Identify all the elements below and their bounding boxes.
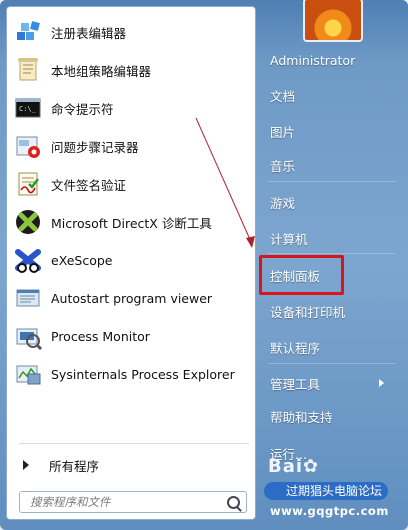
place-label: 帮助和支持 [270,409,333,425]
place-label: 设备和打印机 [270,304,346,320]
place-games[interactable]: 游戏 [262,189,398,215]
search-icon[interactable] [227,496,240,509]
all-programs-button[interactable]: 所有程序 [15,453,253,477]
program-exescope[interactable]: eXeScope [11,243,251,277]
program-label: Sysinternals Process Explorer [51,366,235,382]
steps-recorder-icon [13,131,43,161]
cmd-icon: C:\_ [13,93,43,123]
program-label: Process Monitor [51,328,150,344]
user-avatar[interactable] [303,0,363,42]
divider [268,253,396,254]
program-registry-editor[interactable]: 注册表编辑器 [11,15,251,49]
procexp-icon [13,359,43,389]
place-label: Administrator [270,52,356,68]
place-admin-tools[interactable]: 管理工具 [262,370,398,396]
place-default-programs[interactable]: 默认程序 [262,334,398,360]
watermark: Bai✿ 过期猖头电脑论坛 www.gqgtpc.com [264,456,408,530]
registry-editor-icon [13,17,43,47]
divider [268,181,396,182]
program-directx[interactable]: Microsoft DirectX 诊断工具 [11,205,251,239]
triangle-right-icon [23,460,29,470]
program-label: eXeScope [51,252,113,268]
program-procmon[interactable]: Process Monitor [11,319,251,353]
program-label: 注册表编辑器 [51,25,127,41]
place-documents[interactable]: 文档 [262,82,398,108]
program-cmd[interactable]: C:\_ 命令提示符 [11,91,251,125]
divider [268,363,396,364]
watermark-logo: Bai✿ [268,456,320,477]
program-procexp[interactable]: Sysinternals Process Explorer [11,357,251,391]
place-label: 音乐 [270,158,296,174]
svg-text:C:\_: C:\_ [19,105,37,113]
program-group-policy[interactable]: 本地组策略编辑器 [11,53,251,87]
places-pane: Administrator 文档 图片 音乐 游戏 计算机 控制面板 设备和打印… [258,0,408,518]
search-box[interactable] [19,491,247,513]
place-label: 默认程序 [270,340,321,356]
program-label: 文件签名验证 [51,177,127,193]
watermark-url: www.gqgtpc.com [270,504,389,518]
program-label: 本地组策略编辑器 [51,63,152,79]
place-label: 文档 [270,88,296,104]
place-pictures[interactable]: 图片 [262,118,398,144]
place-help-support[interactable]: 帮助和支持 [262,403,398,429]
autoruns-icon [13,283,43,313]
divider [19,443,249,444]
highlight-box [259,255,344,295]
exescope-icon [13,245,43,275]
program-autoruns[interactable]: Autostart program viewer [11,281,251,315]
place-label: 计算机 [270,231,308,247]
program-label: 命令提示符 [51,101,114,117]
programs-pane: 注册表编辑器 本地组策略编辑器 C:\_ 命令提示符 问题步骤记录器 文件签名验… [6,6,256,520]
place-devices-printers[interactable]: 设备和打印机 [262,298,398,324]
search-input[interactable] [28,494,227,510]
start-menu: 注册表编辑器 本地组策略编辑器 C:\_ 命令提示符 问题步骤记录器 文件签名验… [0,0,408,530]
place-label: 游戏 [270,195,296,211]
program-sigverif[interactable]: 文件签名验证 [11,167,251,201]
place-label: 管理工具 [270,376,321,392]
place-music[interactable]: 音乐 [262,152,398,178]
place-administrator[interactable]: Administrator [262,47,398,73]
place-computer[interactable]: 计算机 [262,225,398,251]
submenu-arrow-icon [379,379,384,387]
program-steps-recorder[interactable]: 问题步骤记录器 [11,129,251,163]
program-label: Microsoft DirectX 诊断工具 [51,215,212,231]
watermark-title: 过期猖头电脑论坛 [264,482,389,500]
program-label: Autostart program viewer [51,290,213,306]
sigverif-icon [13,169,43,199]
place-label: 图片 [270,124,296,140]
all-programs-label: 所有程序 [49,458,100,474]
program-label: 问题步骤记录器 [51,139,139,155]
procmon-icon [13,321,43,351]
group-policy-icon [13,55,43,85]
directx-icon [13,207,43,237]
